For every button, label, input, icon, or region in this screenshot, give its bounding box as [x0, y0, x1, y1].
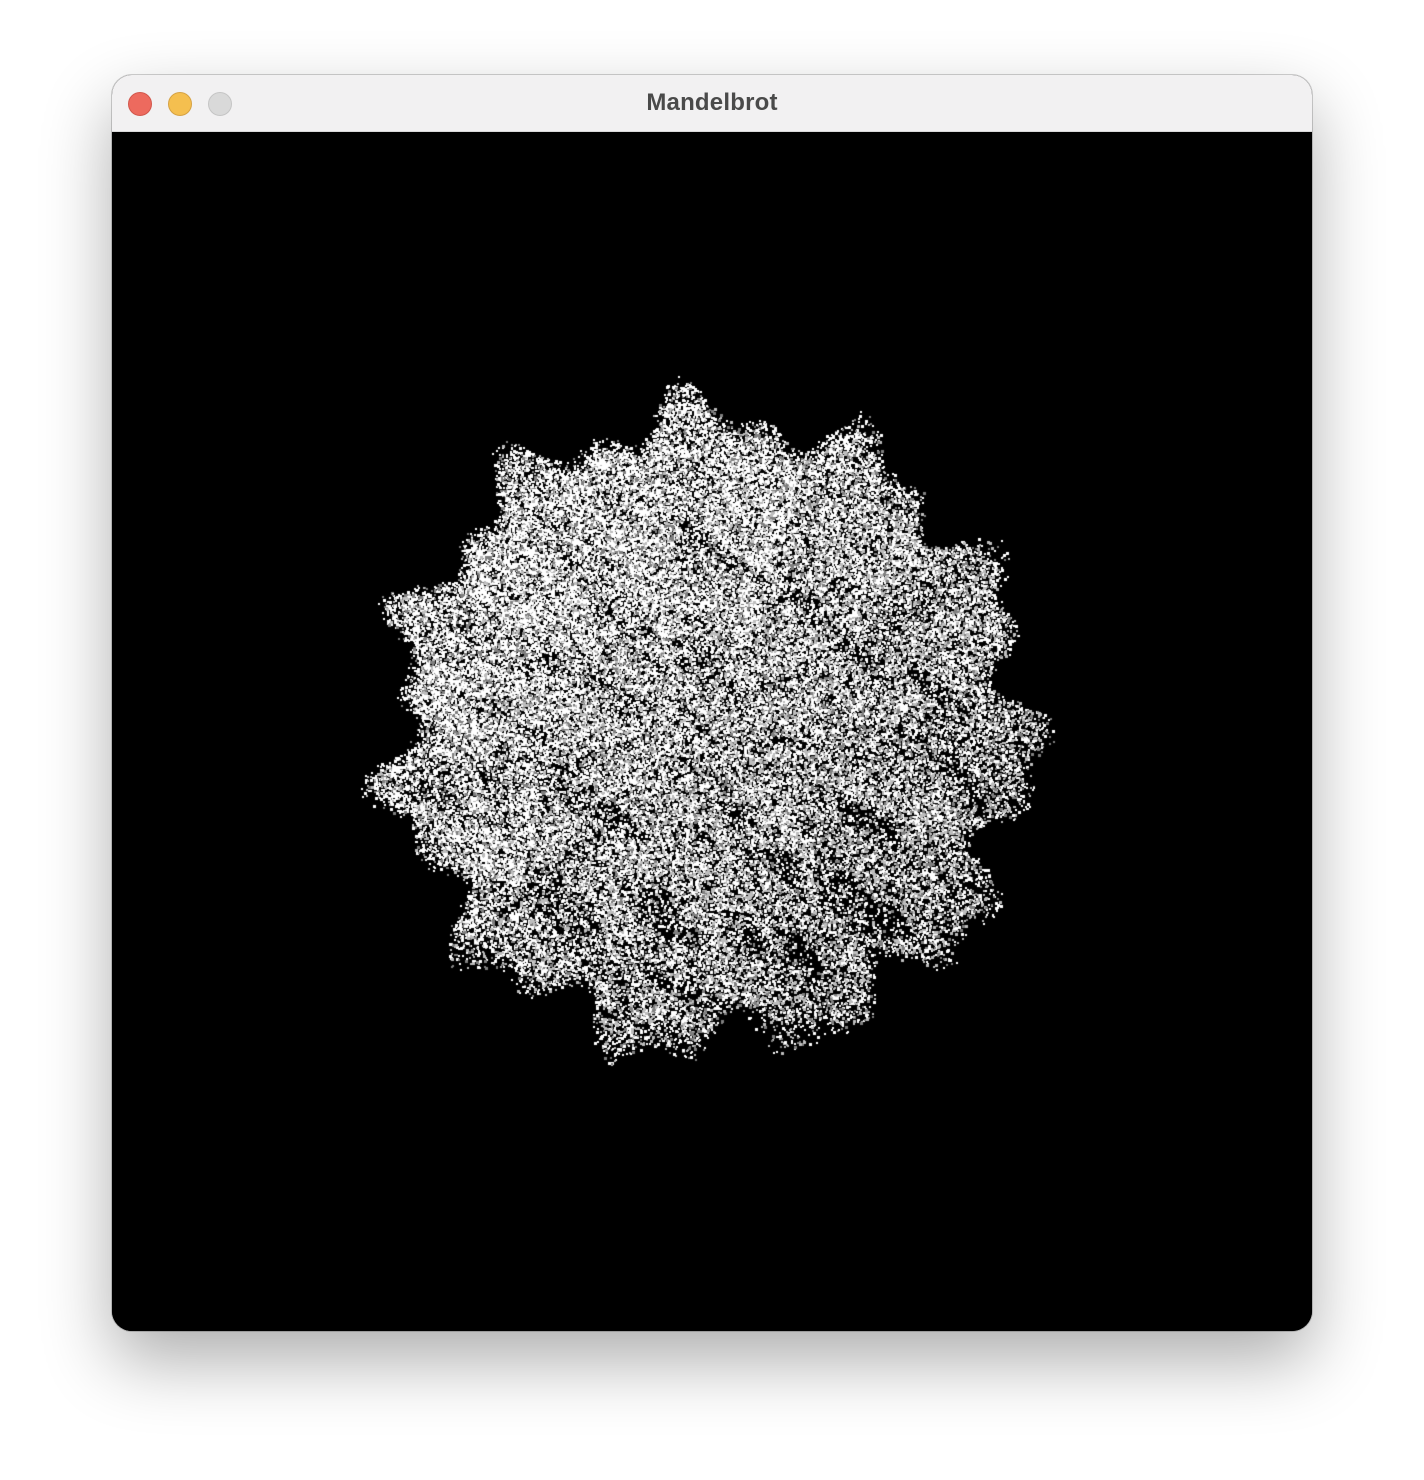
window-title: Mandelbrot	[646, 89, 778, 116]
fractal-render-canvas	[112, 132, 1312, 1331]
title-bar[interactable]: Mandelbrot	[112, 75, 1312, 132]
app-window: Mandelbrot	[112, 75, 1312, 1331]
render-canvas-area	[112, 132, 1312, 1331]
